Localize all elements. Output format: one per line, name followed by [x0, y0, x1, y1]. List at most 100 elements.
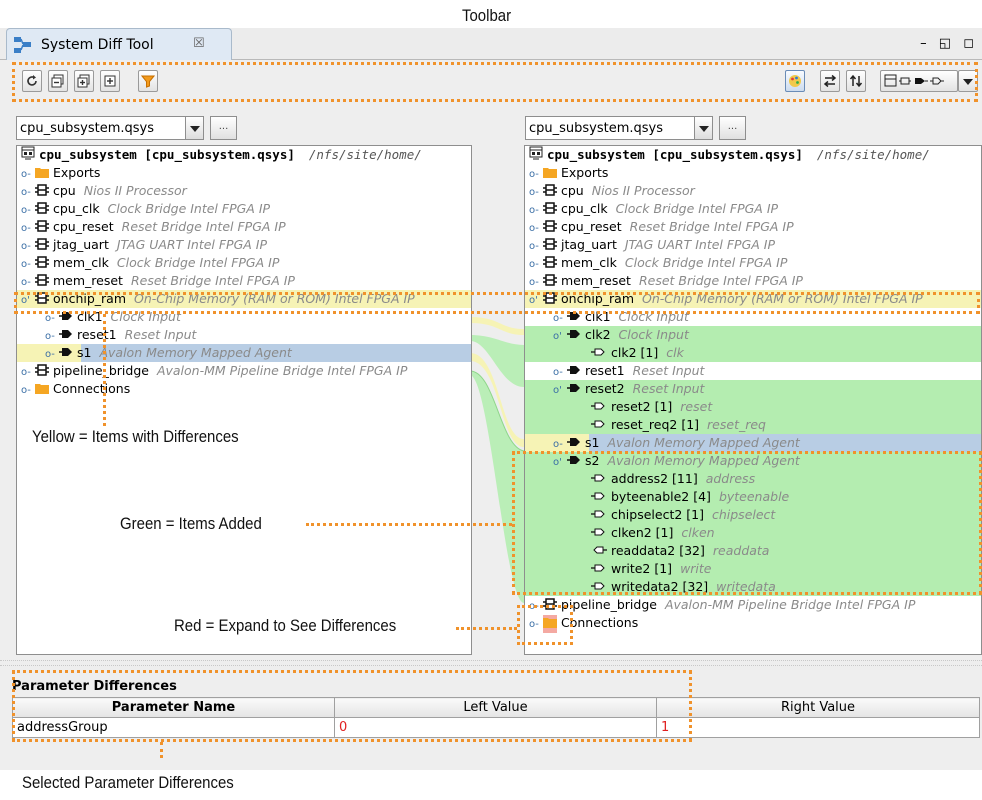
- collapsed-twisty-icon[interactable]: o-: [529, 219, 543, 234]
- right-tree-item[interactable]: clk2 [1] clk: [525, 344, 981, 363]
- module-icon: [35, 183, 49, 201]
- right-tree-item-description: reset_req: [707, 417, 766, 432]
- right-file-value[interactable]: cpu_subsystem.qsys: [525, 116, 695, 140]
- right-tree-item[interactable]: o- Exports: [525, 164, 981, 183]
- right-tree-item[interactable]: o-cpu Nios II Processor: [525, 182, 981, 201]
- right-tree-root[interactable]: cpu_subsystem [cpu_subsystem.qsys] /nfs/s…: [529, 146, 930, 164]
- left-tree-item-label: s1: [77, 345, 92, 360]
- folder-icon: [35, 381, 49, 399]
- split-sash[interactable]: [0, 660, 982, 666]
- right-tree-item-label: pipeline_bridge: [561, 597, 657, 612]
- left-file-dropdown-arrow[interactable]: [185, 116, 204, 140]
- left-browse-button[interactable]: ...: [210, 116, 237, 140]
- right-tree-item[interactable]: o-s1 Avalon Memory Mapped Agent: [525, 434, 981, 453]
- right-file-dropdown-arrow[interactable]: [694, 116, 713, 140]
- left-tree-item[interactable]: o-pipeline_bridge Avalon-MM Pipeline Brid…: [17, 362, 471, 380]
- right-tree-item[interactable]: o- Connections: [525, 614, 981, 633]
- left-tree-item-description: Avalon Memory Mapped Agent: [99, 345, 292, 360]
- system-diff-window: System Diff Tool ☒ – ◱ ◻ cpu_subsystem.q…: [0, 28, 982, 770]
- right-tree-item[interactable]: o-reset1 Reset Input: [525, 362, 981, 381]
- right-tree-item-description: clk: [666, 345, 684, 360]
- collapsed-twisty-icon[interactable]: o-: [529, 237, 543, 252]
- collapsed-twisty-icon[interactable]: o-: [21, 273, 35, 288]
- left-tree-item[interactable]: o-reset1 Reset Input: [17, 326, 471, 344]
- red-callout: Red = Expand to See Differences: [174, 616, 397, 635]
- right-tree-item[interactable]: o-mem_reset Reset Bridge Intel FPGA IP: [525, 272, 981, 291]
- right-tree-item-label: reset2: [585, 381, 625, 396]
- right-tree-item[interactable]: o-jtag_uart JTAG UART Intel FPGA IP: [525, 236, 981, 254]
- left-tree-item[interactable]: o-cpu Nios II Processor: [17, 182, 471, 201]
- collapsed-twisty-icon[interactable]: o-: [21, 237, 35, 252]
- right-tree-item-description: reset: [680, 399, 713, 414]
- left-file-value[interactable]: cpu_subsystem.qsys: [16, 116, 186, 140]
- folder-icon: [35, 165, 49, 183]
- collapsed-twisty-icon[interactable]: o-: [21, 255, 35, 270]
- iface-icon: [567, 435, 581, 453]
- right-tree-item-label: reset1: [585, 363, 625, 378]
- collapsed-twisty-icon[interactable]: o-: [21, 363, 35, 378]
- left-tree-item[interactable]: o-mem_reset Reset Bridge Intel FPGA IP: [17, 272, 471, 290]
- right-tree-item[interactable]: reset2 [1] reset: [525, 398, 981, 417]
- module-icon: [543, 201, 557, 219]
- collapsed-twisty-icon[interactable]: o-: [529, 183, 543, 198]
- left-root-name: cpu_subsystem [cpu_subsystem.qsys]: [39, 147, 295, 162]
- left-tree-item-label: Connections: [53, 381, 131, 396]
- expanded-twisty-icon[interactable]: o': [553, 327, 567, 342]
- left-tree-item-label: mem_reset: [53, 273, 123, 288]
- tab-system-diff-tool[interactable]: System Diff Tool ☒: [6, 28, 232, 60]
- left-tree-item[interactable]: o-cpu_reset Reset Bridge Intel FPGA IP: [17, 218, 471, 236]
- module-icon: [543, 273, 557, 291]
- right-tree-item[interactable]: o-cpu_reset Reset Bridge Intel FPGA IP: [525, 218, 981, 236]
- expanded-twisty-icon[interactable]: o': [553, 381, 567, 396]
- right-tree-item-description: JTAG UART Intel FPGA IP: [624, 237, 776, 252]
- left-tree-item[interactable]: o-mem_clk Clock Bridge Intel FPGA IP: [17, 254, 471, 272]
- collapsed-twisty-icon[interactable]: o-: [529, 201, 543, 216]
- port-icon: [591, 399, 607, 417]
- module-icon: [543, 183, 557, 201]
- params-callout-line: [160, 742, 163, 758]
- collapsed-twisty-icon[interactable]: o-: [21, 183, 35, 198]
- right-tree-item[interactable]: reset_req2 [1] reset_req: [525, 416, 981, 434]
- folder-icon: [543, 165, 557, 183]
- right-tree-item-label: mem_reset: [561, 273, 631, 288]
- collapsed-twisty-icon[interactable]: o-: [21, 201, 35, 216]
- right-tree-item[interactable]: o-mem_clk Clock Bridge Intel FPGA IP: [525, 254, 981, 272]
- right-tree-item[interactable]: o-cpu_clk Clock Bridge Intel FPGA IP: [525, 200, 981, 219]
- collapsed-twisty-icon[interactable]: o-: [45, 327, 59, 342]
- window-controls[interactable]: – ◱ ◻: [920, 36, 978, 51]
- collapsed-twisty-icon[interactable]: o-: [21, 381, 35, 396]
- left-tree-item-description: Clock Bridge Intel FPGA IP: [116, 255, 280, 270]
- right-browse-button[interactable]: ...: [719, 116, 746, 140]
- left-root-path: /nfs/site/home/: [308, 147, 422, 162]
- left-tree-item[interactable]: o-jtag_uart JTAG UART Intel FPGA IP: [17, 236, 471, 254]
- right-value-cell[interactable]: 1: [656, 717, 980, 738]
- diff-tool-icon: [13, 36, 33, 57]
- left-tree-item[interactable]: o-s1 Avalon Memory Mapped Agent: [17, 344, 471, 362]
- right-tree-item[interactable]: o-pipeline_bridge Avalon-MM Pipeline Brid…: [525, 596, 981, 614]
- collapsed-twisty-icon[interactable]: o-: [529, 165, 543, 180]
- left-tree[interactable]: cpu_subsystem [cpu_subsystem.qsys] /nfs/s…: [16, 145, 472, 655]
- close-tab-icon[interactable]: ☒: [193, 36, 205, 51]
- left-tree-item-label: cpu_clk: [53, 201, 100, 216]
- collapsed-twisty-icon[interactable]: o-: [553, 363, 567, 378]
- left-tree-root[interactable]: cpu_subsystem [cpu_subsystem.qsys] /nfs/s…: [21, 146, 422, 164]
- collapsed-twisty-icon[interactable]: o-: [45, 345, 59, 360]
- left-tree-item[interactable]: o-cpu_clk Clock Bridge Intel FPGA IP: [17, 200, 471, 218]
- right-tree-item-label: s1: [585, 435, 600, 450]
- right-tree-item[interactable]: o' clk2 Clock Input: [525, 326, 981, 344]
- left-tree-item[interactable]: o- Exports: [17, 164, 471, 183]
- collapsed-twisty-icon[interactable]: o-: [529, 273, 543, 288]
- port-icon: [591, 345, 607, 363]
- iface-icon: [567, 363, 581, 381]
- collapsed-twisty-icon[interactable]: o-: [21, 219, 35, 234]
- right-tree-item[interactable]: o' reset2 Reset Input: [525, 380, 981, 398]
- right-root-name: cpu_subsystem [cpu_subsystem.qsys]: [547, 147, 803, 162]
- collapsed-twisty-icon[interactable]: o-: [21, 165, 35, 180]
- collapsed-twisty-icon[interactable]: o-: [553, 435, 567, 450]
- right-tree-item-label: jtag_uart: [561, 237, 617, 252]
- parameter-differences-highlight-box: [12, 670, 692, 742]
- collapsed-twisty-icon[interactable]: o-: [529, 255, 543, 270]
- left-tree-item[interactable]: o- Connections: [17, 380, 471, 399]
- column-right-value[interactable]: Right Value: [656, 697, 980, 718]
